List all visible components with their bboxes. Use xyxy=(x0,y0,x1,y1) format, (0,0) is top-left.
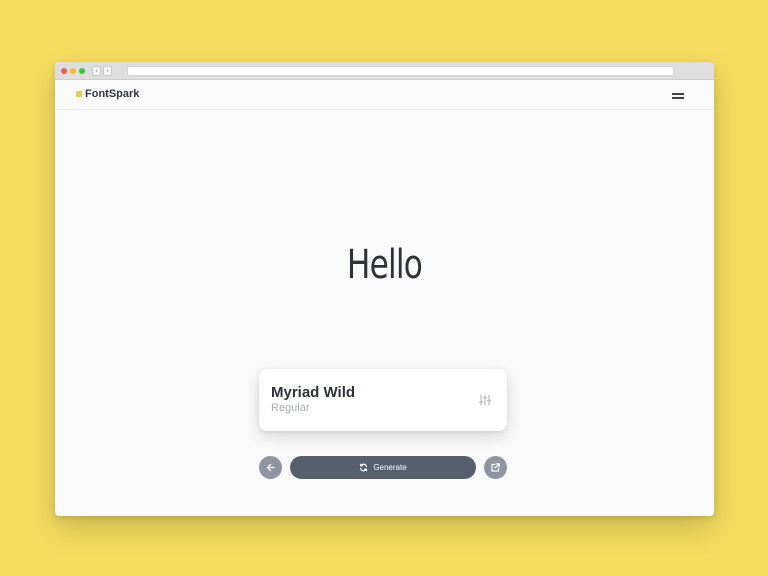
previous-font-button[interactable] xyxy=(259,456,282,479)
font-style: Regular xyxy=(271,402,310,414)
browser-forward-button[interactable]: › xyxy=(103,66,112,76)
app-header: FontSpark xyxy=(55,80,714,110)
refresh-icon xyxy=(360,463,368,472)
address-bar[interactable] xyxy=(127,66,674,76)
font-name: Myriad Wild xyxy=(271,384,356,401)
minimize-window-dot[interactable] xyxy=(70,68,76,74)
logo-icon xyxy=(76,91,82,97)
arrow-left-icon xyxy=(266,463,275,472)
maximize-window-dot[interactable] xyxy=(79,68,85,74)
browser-window: ‹ › FontSpark Hello Myriad Wild Regular xyxy=(55,62,714,516)
brand-name[interactable]: FontSpark xyxy=(85,88,139,100)
external-link-icon xyxy=(491,463,500,472)
close-window-dot[interactable] xyxy=(61,68,67,74)
sliders-icon[interactable] xyxy=(478,393,492,407)
generate-label: Generate xyxy=(373,463,407,472)
hamburger-menu-icon[interactable] xyxy=(672,91,686,100)
browser-chrome: ‹ › xyxy=(55,62,714,80)
open-font-button[interactable] xyxy=(484,456,507,479)
font-info-card: Myriad Wild Regular xyxy=(259,369,507,431)
browser-back-button[interactable]: ‹ xyxy=(92,66,101,76)
font-preview-text: Hello xyxy=(346,242,423,288)
generate-button[interactable]: Generate xyxy=(290,456,476,479)
